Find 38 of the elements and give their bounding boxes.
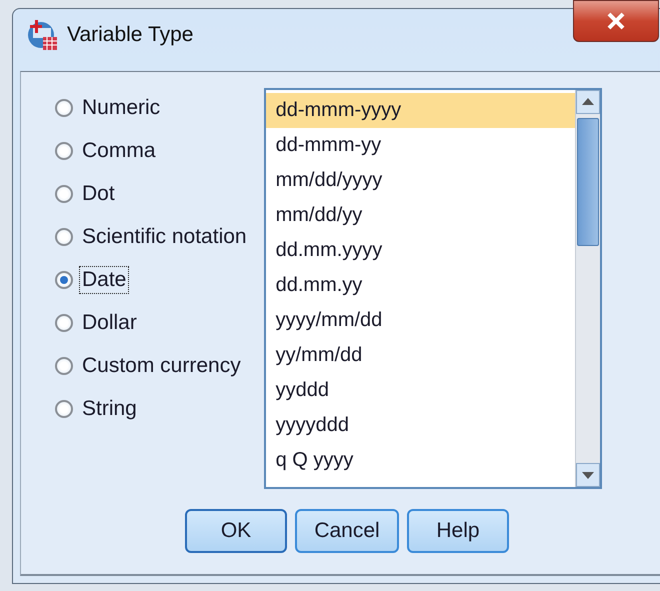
list-item[interactable]: mm/dd/yyyy bbox=[266, 163, 575, 198]
dialog-button[interactable]: Help bbox=[407, 509, 509, 553]
scroll-up-icon[interactable] bbox=[576, 90, 600, 114]
dialog-button[interactable]: OK bbox=[185, 509, 287, 553]
radio-button[interactable] bbox=[55, 228, 73, 246]
radio-button[interactable] bbox=[55, 99, 73, 117]
list-item[interactable]: yyyy/mm/dd bbox=[266, 303, 575, 338]
scroll-down-icon[interactable] bbox=[576, 463, 600, 487]
radio-label[interactable]: Date bbox=[79, 266, 130, 294]
list-item[interactable]: yyyyddd bbox=[266, 408, 575, 443]
dialog-button[interactable]: Cancel bbox=[295, 509, 399, 553]
radio-button[interactable] bbox=[55, 271, 73, 289]
radio-label[interactable]: Scientific notation bbox=[79, 223, 250, 251]
list-item[interactable]: dd.mm.yy bbox=[266, 268, 575, 303]
list-item[interactable]: dd-mmm-yy bbox=[266, 128, 575, 163]
radio-button[interactable] bbox=[55, 400, 73, 418]
radio-label[interactable]: String bbox=[79, 395, 140, 423]
close-button[interactable] bbox=[573, 0, 659, 42]
app-icon bbox=[27, 19, 59, 51]
radio-label[interactable]: Dot bbox=[79, 180, 118, 208]
list-item[interactable]: dd.mm.yyyy bbox=[266, 233, 575, 268]
list-item[interactable]: yyddd bbox=[266, 373, 575, 408]
close-icon[interactable] bbox=[605, 12, 627, 30]
list-item[interactable]: mm/dd/yy bbox=[266, 198, 575, 233]
radio-button[interactable] bbox=[55, 357, 73, 375]
list-item[interactable]: q Q yyyy bbox=[266, 443, 575, 478]
radio-label[interactable]: Numeric bbox=[79, 94, 164, 122]
radio-label[interactable]: Dollar bbox=[79, 309, 140, 337]
list-item[interactable]: yy/mm/dd bbox=[266, 338, 575, 373]
radio-label[interactable]: Custom currency bbox=[79, 352, 244, 380]
radio-label[interactable]: Comma bbox=[79, 137, 159, 165]
window-title: Variable Type bbox=[67, 23, 194, 47]
radio-button[interactable] bbox=[55, 185, 73, 203]
scrollbar[interactable] bbox=[574, 90, 600, 487]
radio-button[interactable] bbox=[55, 142, 73, 160]
list-item[interactable]: dd-mmm-yyyy bbox=[266, 93, 575, 128]
radio-button[interactable] bbox=[55, 314, 73, 332]
scroll-thumb[interactable] bbox=[576, 118, 599, 246]
